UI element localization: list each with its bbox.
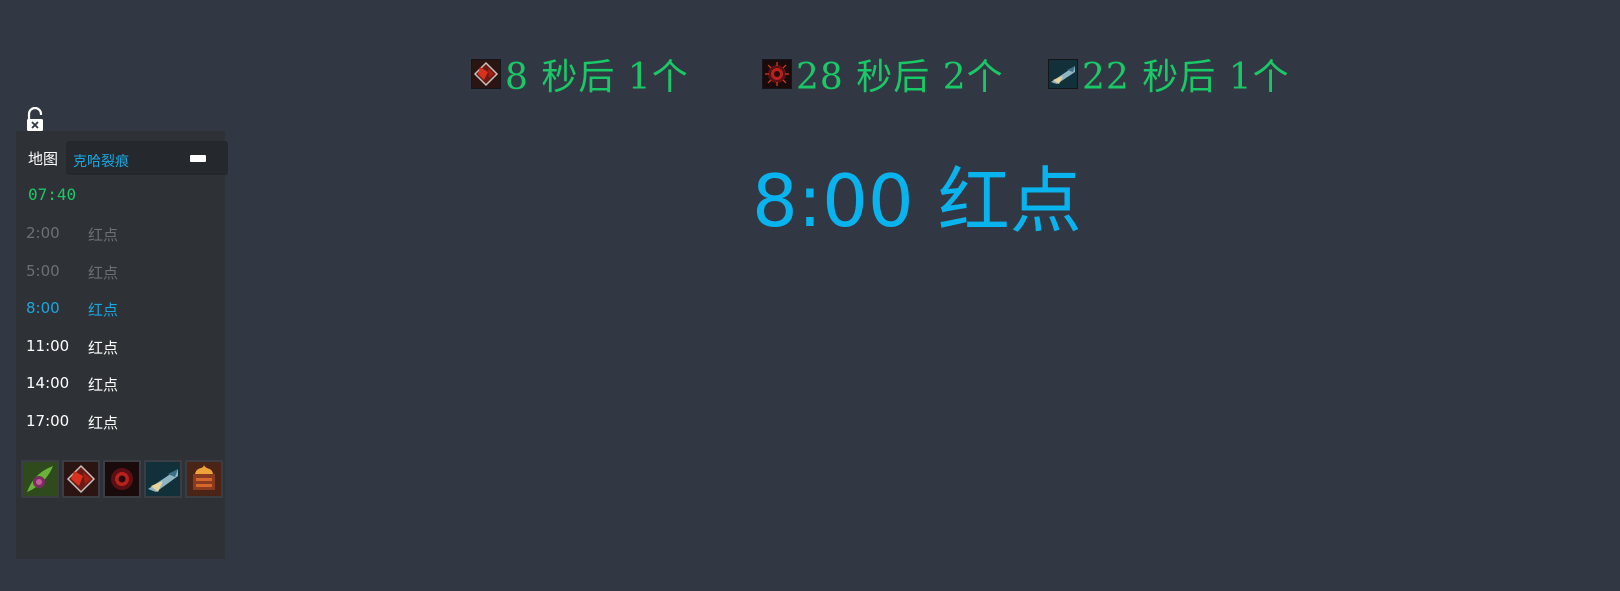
map-select-value: 克哈裂痕 — [73, 154, 129, 170]
event-row: 17:00 红点 — [16, 403, 225, 441]
map-label: 地图 — [28, 150, 59, 168]
event-time: 2:00 — [26, 224, 60, 242]
event-label: 红点 — [88, 376, 119, 394]
map-select-toggle[interactable] — [190, 155, 206, 162]
blue-jet-icon[interactable] — [144, 460, 182, 498]
event-label: 红点 — [88, 263, 119, 282]
red-eye-icon[interactable] — [103, 460, 141, 498]
next-event-label: 红点 — [937, 159, 1082, 243]
timer-text: 28 秒后 2个 — [796, 57, 1004, 98]
overlay-root: 8 秒后 1个 28 秒后 2个 22 秒后 1个 8:00 红点 地图 克哈裂… — [0, 0, 1620, 591]
event-row: 5:00 红点 — [16, 253, 225, 291]
unlock-icon[interactable] — [24, 106, 46, 133]
countdown-bar: 8 秒后 1个 28 秒后 2个 22 秒后 1个 — [471, 52, 1321, 98]
event-row: 11:00 红点 — [16, 328, 225, 366]
map-selector-row: 地图 克哈裂痕 — [16, 139, 228, 175]
red-eye-icon — [762, 59, 792, 89]
objective-icon-row — [21, 460, 225, 498]
event-time: 11:00 — [26, 336, 70, 355]
next-event-time: 8:00 — [752, 159, 914, 243]
map-select[interactable]: 克哈裂痕 — [66, 141, 228, 175]
event-row: 8:00 红点 — [16, 290, 225, 328]
timeline-panel: 地图 克哈裂痕 07:40 2:00 红点 5:00 红点 8:00 红点 11… — [16, 131, 228, 559]
event-label: 红点 — [88, 338, 119, 357]
event-time: 14:00 — [26, 374, 70, 392]
game-clock: 07:40 — [28, 185, 77, 204]
blue-jet-icon — [1048, 59, 1078, 89]
timer-text: 22 秒后 1个 — [1082, 57, 1290, 98]
event-time: 8:00 — [26, 299, 60, 317]
next-event-announcement: 8:00 红点 — [752, 142, 1082, 247]
event-row: 14:00 红点 — [16, 365, 225, 403]
event-label: 红点 — [88, 226, 119, 244]
red-buff-icon — [471, 59, 501, 89]
timer-item: 22 秒后 1个 — [1048, 52, 1290, 98]
event-label: 红点 — [88, 413, 119, 432]
event-row: 2:00 红点 — [16, 215, 225, 253]
event-time: 17:00 — [26, 411, 70, 430]
event-list: 2:00 红点 5:00 红点 8:00 红点 11:00 红点 14:00 红… — [16, 215, 225, 440]
timer-item: 8 秒后 1个 — [471, 52, 689, 98]
fire-crate-icon[interactable] — [185, 460, 223, 498]
timer-text: 8 秒后 1个 — [505, 57, 689, 98]
event-label: 红点 — [88, 301, 119, 319]
green-plant-icon[interactable] — [21, 460, 59, 498]
red-buff-icon[interactable] — [62, 460, 100, 498]
event-time: 5:00 — [26, 261, 60, 280]
timer-item: 28 秒后 2个 — [762, 52, 1004, 98]
